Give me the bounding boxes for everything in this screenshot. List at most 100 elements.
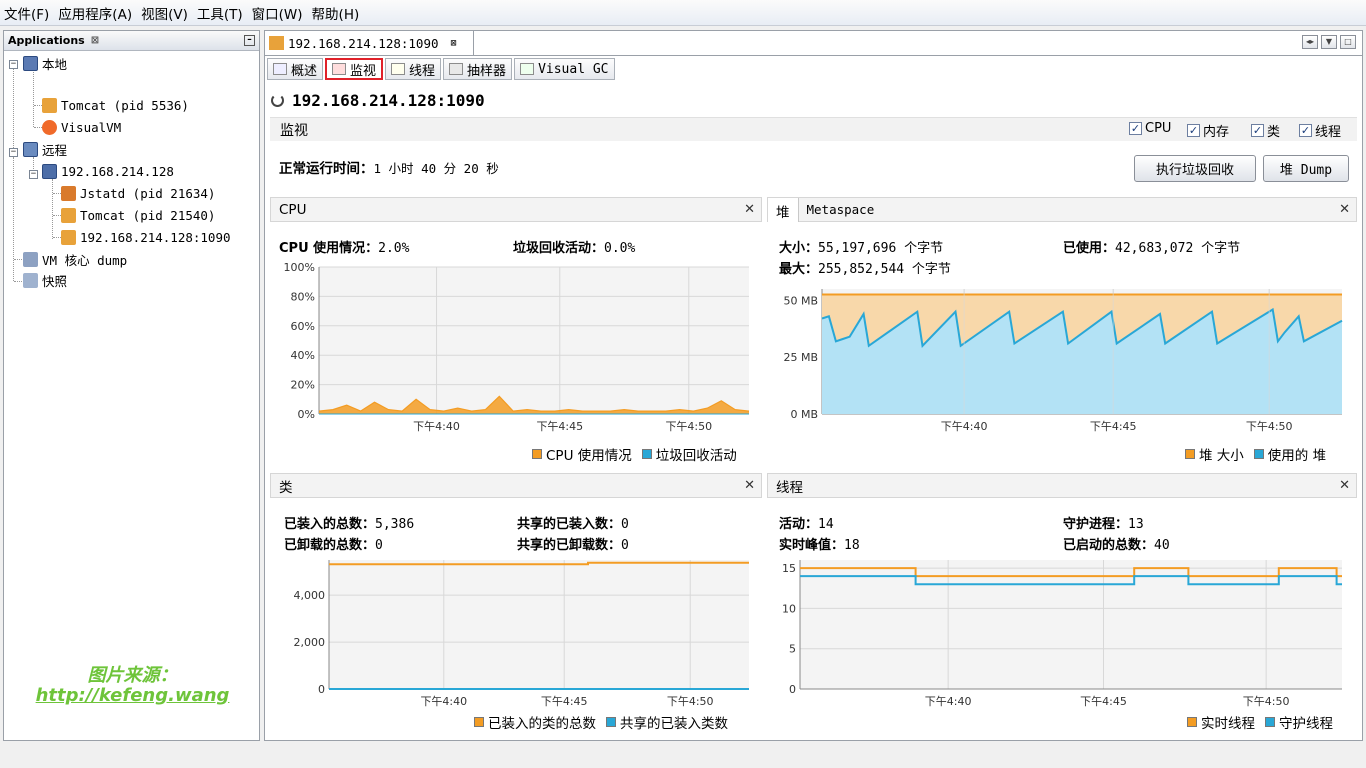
snapshot-icon (23, 272, 38, 288)
x-tick-label: 下午4:40 (941, 420, 988, 433)
x-tick-label: 下午4:50 (665, 420, 712, 433)
heap-chart: 下午4:40 下午4:45 下午4:50 0 MB 25 MB 50 MB (783, 289, 1343, 433)
plot-area (319, 267, 749, 414)
cpu-checkbox[interactable]: ✓ CPU (1129, 121, 1171, 136)
classes-legend: 已装入的类的总数 共享的已装入类数 (474, 712, 728, 732)
uptime: 正常运行时间：1 小时 40 分 20 秒 (279, 161, 499, 177)
x-tick-label: 下午4:45 (536, 420, 583, 433)
computer-icon (23, 55, 38, 71)
perform-gc-button[interactable]: 执行垃圾回收 (1134, 155, 1256, 182)
jmx-icon (269, 36, 284, 50)
tab-heap[interactable]: 堆 (768, 197, 799, 222)
tree-node-vm-coredump[interactable]: VM 核心 dump (23, 249, 127, 269)
watermark-caption: 图片来源： (87, 665, 178, 686)
tree-node-tomcat-remote[interactable]: Tomcat (pid 21540) (61, 205, 215, 225)
scroll-tabs-icon[interactable]: ◂▸ (1302, 35, 1318, 49)
y-tick-label: 0 MB (790, 408, 818, 421)
document-tab[interactable]: 192.168.214.128:1090 ⊠ (265, 31, 474, 55)
x-tick-label: 下午4:50 (1243, 695, 1290, 708)
close-icon[interactable]: ✕ (744, 478, 755, 493)
threads-checkbox[interactable]: ✓ 线程 (1299, 121, 1341, 140)
menu-tools[interactable]: 工具(T) (197, 3, 243, 23)
threads-icon (391, 63, 406, 75)
x-tick-label: 下午4:45 (1080, 695, 1127, 708)
cpu-panel: CPU ✕ CPU 使用情况：2.0% 垃圾回收活动：0.0% 下午4:40 下午4… (270, 197, 762, 465)
menu-help[interactable]: 帮助(H) (312, 3, 360, 23)
x-tick-label: 下午4:45 (1090, 420, 1137, 433)
live-threads-stat: 活动：14 (779, 517, 834, 532)
tab-sampler[interactable]: 抽样器 (443, 58, 513, 80)
tree-node-jmx-connection[interactable]: 192.168.214.128:1090 (61, 227, 231, 247)
memory-checkbox[interactable]: ✓ 内存 (1187, 121, 1229, 140)
legend-swatch-live (1187, 717, 1197, 727)
shared-unloaded-stat: 共享的已卸载数：0 (517, 538, 629, 553)
tree-node-snapshots[interactable]: 快照 (23, 270, 67, 290)
x-tick-label: 下午4:50 (667, 695, 714, 708)
jmx-icon (61, 229, 76, 245)
menu-file[interactable]: 文件(F) (4, 3, 49, 23)
checkmark-icon: ✓ (1251, 124, 1264, 137)
menu-applications[interactable]: 应用程序(A) (58, 3, 132, 23)
sampler-icon (449, 63, 464, 75)
cpu-panel-header: CPU ✕ (270, 197, 762, 222)
tomcat-icon (61, 207, 76, 223)
collapse-remote-toggle[interactable]: − (9, 148, 18, 157)
checkmark-icon: ✓ (1129, 122, 1142, 135)
tree-node-visualvm[interactable]: VisualVM (42, 117, 121, 137)
close-icon[interactable]: ⊠ (91, 35, 99, 46)
applications-panel: Applications ⊠ – − 本地 Tomcat (pid 5536) … (3, 30, 260, 741)
close-icon[interactable]: ✕ (744, 202, 755, 217)
x-tick-label: 下午4:40 (420, 695, 467, 708)
window-controls: ◂▸ ▼ □ (1302, 35, 1356, 49)
heap-used-stat: 已使用：42,683,072 个字节 (1063, 241, 1241, 256)
y-tick-label: 0 (318, 683, 325, 696)
legend-swatch-daemon (1265, 717, 1275, 727)
page-title: 192.168.214.128:1090 (271, 91, 485, 110)
plot-area (329, 560, 749, 689)
classes-checkbox[interactable]: ✓ 类 (1251, 121, 1280, 140)
menu-window[interactable]: 窗口(W) (252, 3, 303, 23)
tab-list-icon[interactable]: ▼ (1321, 35, 1337, 49)
tree-node-tomcat-local[interactable]: Tomcat (pid 5536) (42, 95, 189, 115)
y-tick-label: 25 MB (783, 351, 818, 364)
maximize-icon[interactable]: □ (1340, 35, 1356, 49)
close-icon[interactable]: ✕ (1339, 478, 1350, 493)
loaded-classes-stat: 已装入的总数：5,386 (284, 517, 415, 532)
menu-bar: 文件(F) 应用程序(A) 视图(V) 工具(T) 窗口(W) 帮助(H) (0, 0, 1366, 26)
y-tick-label: 20% (291, 379, 315, 392)
close-icon[interactable]: ✕ (1339, 202, 1350, 217)
legend-swatch-loaded (474, 717, 484, 727)
heap-max-stat: 最大：255,852,544 个字节 (779, 262, 951, 277)
classes-chart: 下午4:40 下午4:45 下午4:50 0 2,000 4,000 (294, 560, 749, 708)
tab-monitor[interactable]: 监视 (325, 58, 384, 80)
java-cup-icon (61, 185, 76, 201)
tree-node-remote[interactable]: 远程 (23, 139, 67, 159)
monitor-heading: 监视 (280, 122, 308, 139)
heap-dump-button[interactable]: 堆 Dump (1263, 155, 1349, 182)
collapse-host-toggle[interactable]: − (29, 170, 38, 179)
visualvm-icon (42, 119, 57, 135)
y-tick-label: 80% (291, 290, 315, 303)
collapse-local-toggle[interactable]: − (9, 60, 18, 69)
threads-chart: 下午4:40 下午4:45 下午4:50 0 5 10 15 (782, 560, 1342, 708)
tomcat-icon (42, 97, 57, 113)
checkmark-icon: ✓ (1299, 124, 1312, 137)
network-icon (23, 141, 38, 157)
cpu-usage-stat: CPU 使用情况：2.0% (279, 241, 410, 256)
menu-view[interactable]: 视图(V) (141, 3, 188, 23)
tree-node-remote-host[interactable]: 192.168.214.128 (42, 161, 174, 181)
tab-threads[interactable]: 线程 (385, 58, 442, 80)
gc-activity-stat: 垃圾回收活动：0.0% (513, 241, 636, 256)
close-tab-icon[interactable]: ⊠ (451, 38, 457, 49)
visual-gc-icon (520, 63, 535, 75)
tab-metaspace[interactable]: Metaspace (799, 202, 875, 217)
monitor-icon (332, 63, 347, 75)
tab-visual-gc[interactable]: Visual GC (514, 58, 615, 80)
peak-threads-stat: 实时峰值：18 (779, 538, 860, 553)
tree-node-local[interactable]: 本地 (23, 53, 67, 73)
minimize-icon[interactable]: – (244, 35, 255, 46)
tree-node-jstatd[interactable]: Jstatd (pid 21634) (61, 183, 215, 203)
applications-panel-title: Applications (8, 34, 85, 47)
y-tick-label: 40% (291, 349, 315, 362)
tab-overview[interactable]: 概述 (267, 58, 324, 80)
